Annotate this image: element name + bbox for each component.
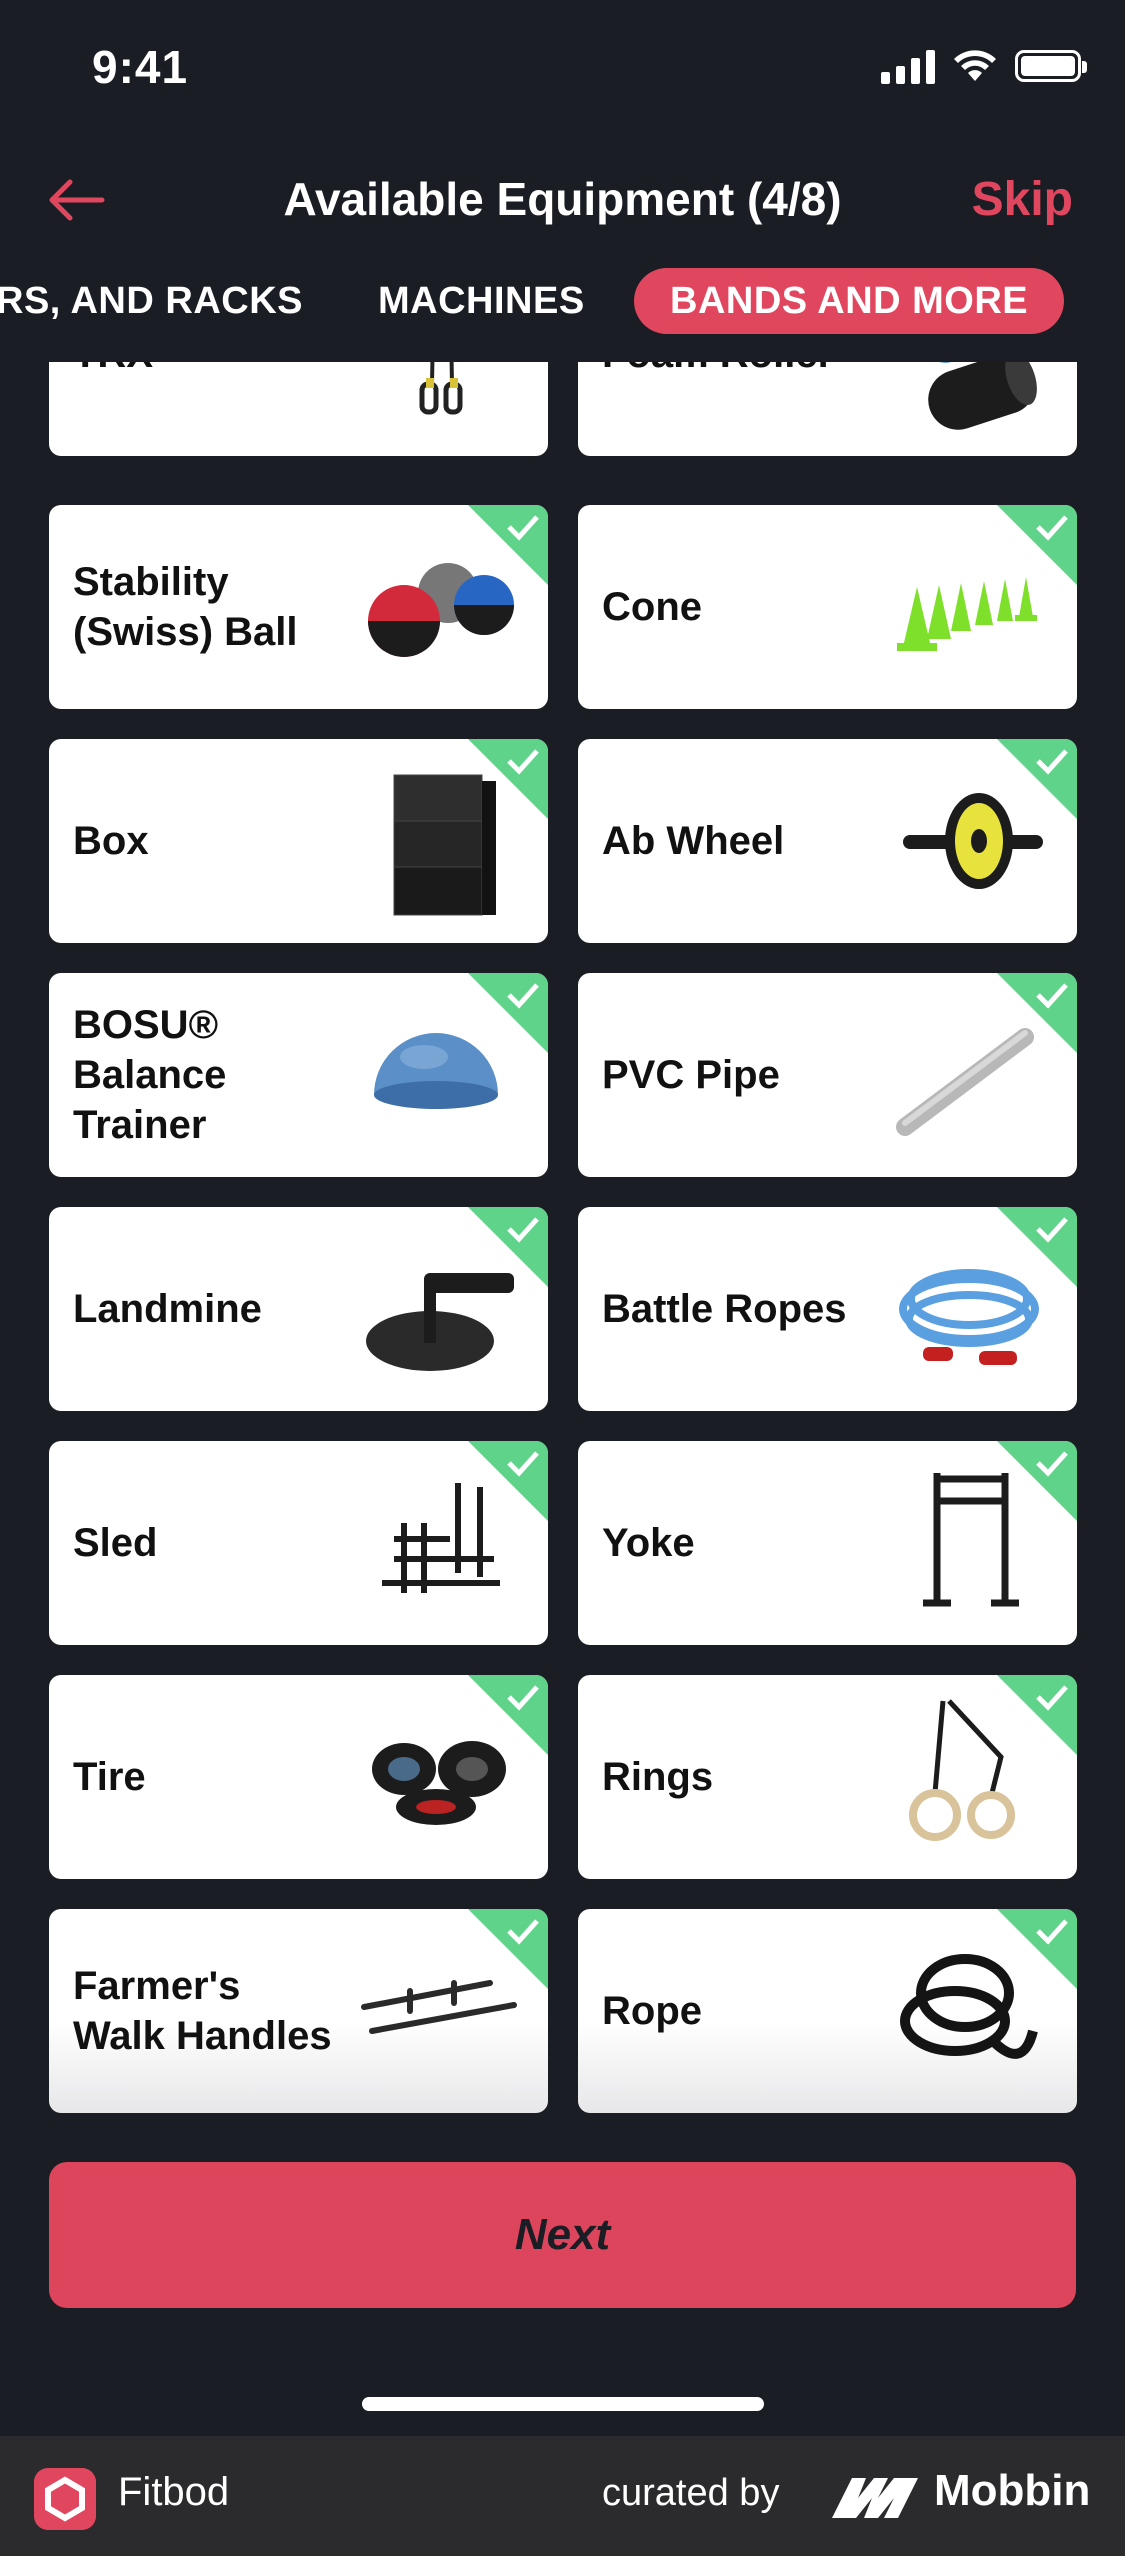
- checkmark-icon: [507, 749, 539, 775]
- checkmark-icon: [507, 1217, 539, 1243]
- equipment-label: Landmine: [73, 1287, 262, 1331]
- equipment-card-cone[interactable]: Cone: [578, 505, 1077, 709]
- checkmark-icon: [1036, 1919, 1068, 1945]
- app-name: Fitbod: [118, 2470, 230, 2514]
- tab-bars-and-racks[interactable]: RS, AND RACKS: [0, 268, 303, 334]
- header: Available Equipment (4/8) Skip: [0, 150, 1125, 250]
- equipment-card-box[interactable]: Box: [49, 739, 548, 943]
- checkmark-icon: [507, 1451, 539, 1477]
- status-bar: 9:41: [0, 0, 1125, 140]
- equipment-label: Foam Roller: [602, 362, 833, 379]
- tab-machines[interactable]: MACHINES: [378, 268, 585, 334]
- equipment-label: PVC Pipe: [602, 1053, 780, 1097]
- equipment-card-sled[interactable]: Sled: [49, 1441, 548, 1645]
- checkmark-icon: [1036, 1451, 1068, 1477]
- page-title: Available Equipment (4/8): [283, 173, 842, 225]
- equipment-label: Sled: [73, 1521, 158, 1565]
- equipment-label: TRX: [73, 362, 153, 379]
- checkmark-icon: [1036, 515, 1068, 541]
- equipment-grid: TRX Foam Roller Stability (Swiss) Ball: [0, 362, 1125, 2122]
- checkmark-icon: [1036, 749, 1068, 775]
- equipment-card-pvc-pipe[interactable]: PVC Pipe: [578, 973, 1077, 1177]
- equipment-label: Cone: [602, 585, 702, 629]
- status-icons: [881, 48, 1087, 84]
- next-button[interactable]: Next: [49, 2162, 1076, 2308]
- equipment-label: Yoke: [602, 1521, 695, 1565]
- checkmark-icon: [1036, 983, 1068, 1009]
- wifi-icon: [954, 50, 996, 81]
- checkmark-icon: [1036, 1217, 1068, 1243]
- equipment-card-foam-roller[interactable]: Foam Roller: [578, 362, 1077, 456]
- checkmark-icon: [1036, 1685, 1068, 1711]
- equipment-label: Rings: [602, 1755, 714, 1799]
- brand-name: Mobbin: [934, 2466, 1091, 2515]
- checkmark-icon: [507, 983, 539, 1009]
- home-indicator[interactable]: [362, 2397, 764, 2411]
- category-tabs: RS, AND RACKS MACHINES BANDS AND MORE: [0, 268, 1125, 334]
- equipment-card-landmine[interactable]: Landmine: [49, 1207, 548, 1411]
- equipment-card-bosu[interactable]: BOSU® Balance Trainer: [49, 973, 548, 1177]
- equipment-label: Battle Ropes: [602, 1287, 847, 1331]
- checkmark-icon: [507, 1685, 539, 1711]
- equipment-label: Farmer's Walk Handles: [73, 1964, 332, 2058]
- equipment-card-tire[interactable]: Tire: [49, 1675, 548, 1879]
- checkmark-icon: [507, 1919, 539, 1945]
- equipment-label: Rope: [602, 1989, 702, 2033]
- equipment-card-yoke[interactable]: Yoke: [578, 1441, 1077, 1645]
- footer: Fitbod curated by Mobbin: [0, 2436, 1125, 2556]
- mobbin-logo-icon: [832, 2478, 918, 2518]
- equipment-card-farmers-walk-handles[interactable]: Farmer's Walk Handles: [49, 1909, 548, 2113]
- equipment-card-rope[interactable]: Rope: [578, 1909, 1077, 2113]
- equipment-label: BOSU® Balance Trainer: [73, 1003, 227, 1147]
- foam-roller-icon: [923, 362, 1037, 430]
- checkmark-icon: [507, 515, 539, 541]
- equipment-label: Box: [73, 819, 149, 863]
- equipment-card-ab-wheel[interactable]: Ab Wheel: [578, 739, 1077, 943]
- fitbod-logo-icon: [34, 2468, 96, 2530]
- equipment-card-rings[interactable]: Rings: [578, 1675, 1077, 1879]
- status-time: 9:41: [92, 41, 189, 93]
- equipment-card-battle-ropes[interactable]: Battle Ropes: [578, 1207, 1077, 1411]
- equipment-label: Ab Wheel: [602, 819, 785, 863]
- equipment-label: Tire: [73, 1755, 146, 1799]
- equipment-label: Stability (Swiss) Ball: [73, 560, 298, 654]
- curated-by-label: curated by: [602, 2472, 780, 2514]
- cellular-signal-icon: [881, 48, 935, 84]
- skip-button[interactable]: Skip: [972, 172, 1073, 227]
- tab-bands-and-more[interactable]: BANDS AND MORE: [634, 268, 1065, 334]
- battery-icon: [1015, 50, 1087, 82]
- trx-icon: [419, 362, 463, 415]
- equipment-card-stability-ball[interactable]: Stability (Swiss) Ball: [49, 505, 548, 709]
- equipment-card-trx[interactable]: TRX: [49, 362, 548, 456]
